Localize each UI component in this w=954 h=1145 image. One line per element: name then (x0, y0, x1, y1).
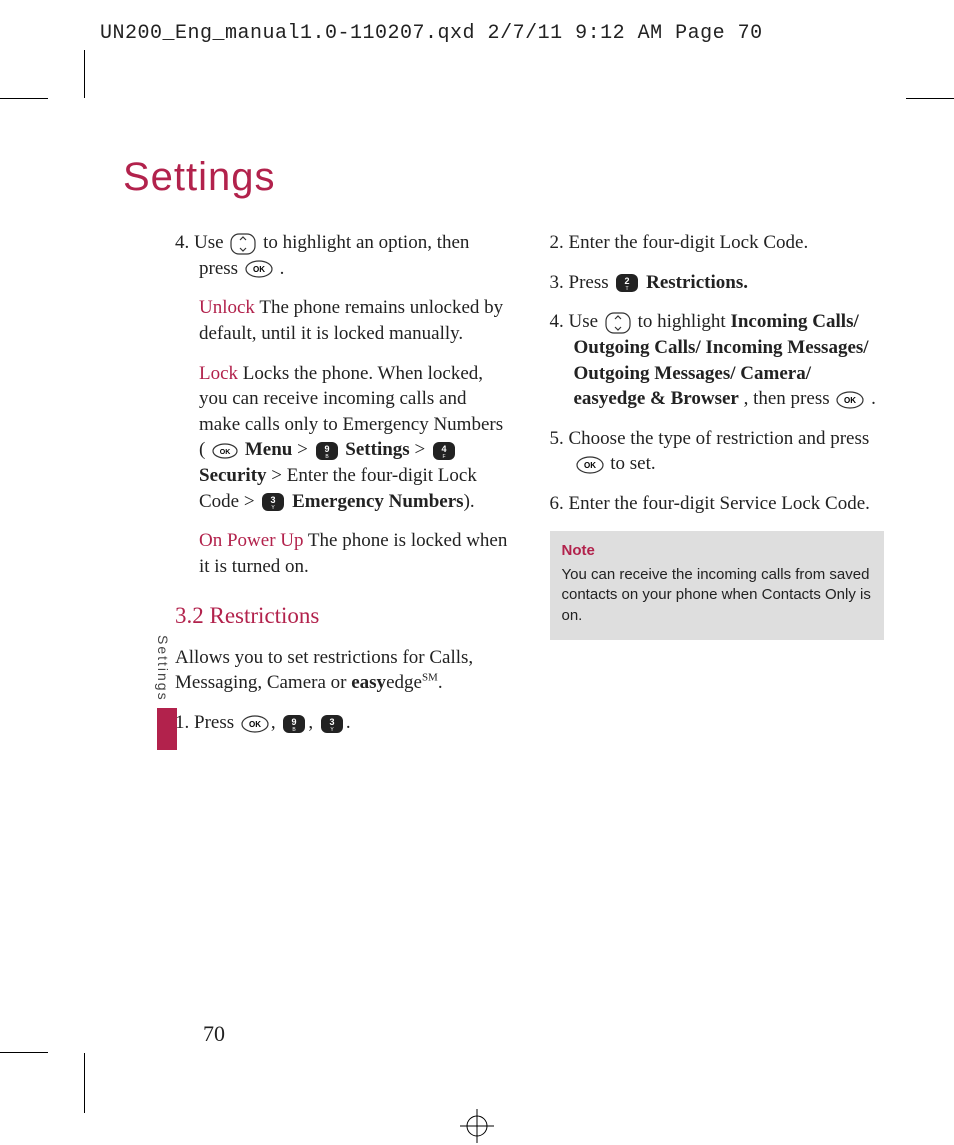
text: edge (386, 672, 422, 693)
print-header: UN200_Eng_manual1.0-110207.qxd 2/7/11 9:… (100, 22, 763, 45)
svg-text:3: 3 (329, 717, 334, 727)
page-number: 70 (203, 1021, 225, 1047)
key-9-icon: 9B (282, 714, 306, 734)
crop-mark (906, 98, 954, 99)
restrictions-intro: Allows you to set restrictions for Calls… (175, 645, 510, 696)
registration-mark-icon (460, 1109, 494, 1143)
svg-text:4: 4 (441, 444, 446, 454)
crop-mark (0, 1052, 48, 1053)
text: , (308, 712, 318, 733)
text: , (271, 712, 281, 733)
left-column: 4. Use to highlight an option, then pres… (175, 230, 510, 750)
ok-key-icon: OK (212, 443, 238, 459)
text: easy (351, 672, 386, 693)
text: , then press (744, 388, 835, 409)
unlock-option: Unlock The phone remains unlocked by def… (175, 295, 510, 346)
key-3-icon: 3Y (320, 714, 344, 734)
svg-text:OK: OK (584, 461, 596, 470)
on-power-up-option: On Power Up The phone is locked when it … (175, 528, 510, 579)
svg-text:OK: OK (220, 449, 231, 456)
step-4-right: 4. Use to highlight Incoming Calls/ Outg… (550, 309, 885, 412)
side-tab-label: Settings (155, 635, 171, 702)
text: 5. Choose the type of restriction and pr… (550, 428, 870, 449)
note-title: Note (562, 541, 873, 561)
ok-key-icon: OK (241, 715, 269, 733)
page-title: Settings (123, 155, 894, 200)
text: Allows you to set restrictions for Calls… (175, 647, 473, 694)
note-box: Note You can receive the incoming calls … (550, 531, 885, 640)
svg-text:OK: OK (844, 396, 856, 405)
svg-text:2: 2 (625, 276, 630, 286)
svg-text:F: F (442, 454, 445, 460)
lock-option: Lock Locks the phone. When locked, you c… (175, 361, 510, 515)
text: . (280, 258, 285, 279)
nav-key-icon (230, 233, 256, 255)
text: . (346, 712, 351, 733)
emergency-label: Emergency Numbers (292, 491, 464, 512)
text: 1. Press (175, 712, 239, 733)
menu-label: Menu (245, 439, 293, 460)
text: . (438, 672, 443, 693)
text: ). (464, 491, 475, 512)
text: to set. (610, 453, 655, 474)
term-unlock: Unlock (199, 297, 255, 318)
crop-mark (0, 98, 48, 99)
page-content: Settings Settings 4. Use to highlight an… (95, 105, 894, 1065)
side-tab-bar (157, 708, 177, 750)
crop-mark (84, 50, 85, 98)
ok-key-icon: OK (836, 391, 864, 409)
step-2: 2. Enter the four-digit Lock Code. (550, 230, 885, 256)
ok-key-icon: OK (576, 456, 604, 474)
svg-text:9: 9 (292, 717, 297, 727)
term-lock: Lock (199, 363, 238, 384)
text: SM (422, 672, 438, 684)
nav-key-icon (605, 312, 631, 334)
svg-text:3: 3 (271, 495, 276, 505)
restrictions-heading: 3.2 Restrictions (175, 600, 510, 631)
key-2-icon: 2T (615, 273, 639, 293)
text: 4. Use (550, 311, 603, 332)
text: 3. Press (550, 272, 614, 293)
step-3: 3. Press 2T Restrictions. (550, 270, 885, 296)
restrictions-label: Restrictions. (646, 272, 748, 293)
ok-key-icon: OK (245, 260, 273, 278)
key-4-icon: 4F (432, 441, 456, 461)
svg-text:OK: OK (253, 265, 265, 274)
side-tab: Settings (155, 635, 179, 750)
text: 4. Use (175, 232, 228, 253)
security-label: Security (199, 465, 267, 486)
text: > (414, 439, 429, 460)
key-3-icon: 3Y (261, 492, 285, 512)
settings-label: Settings (345, 439, 409, 460)
term-on-power-up: On Power Up (199, 530, 304, 551)
text: . (871, 388, 876, 409)
key-9-icon: 9B (315, 441, 339, 461)
svg-text:T: T (626, 286, 629, 292)
text: > (297, 439, 312, 460)
crop-mark (84, 1053, 85, 1113)
step-5: 5. Choose the type of restriction and pr… (550, 426, 885, 477)
svg-text:OK: OK (249, 720, 261, 729)
step-1: 1. Press OK , 9B , 3Y . (175, 710, 510, 736)
right-column: 2. Enter the four-digit Lock Code. 3. Pr… (550, 230, 885, 750)
note-body: You can receive the incoming calls from … (562, 566, 871, 624)
step-4: 4. Use to highlight an option, then pres… (175, 230, 510, 281)
step-6: 6. Enter the four-digit Service Lock Cod… (550, 491, 885, 517)
text: to highlight (638, 311, 731, 332)
svg-text:9: 9 (324, 444, 329, 454)
